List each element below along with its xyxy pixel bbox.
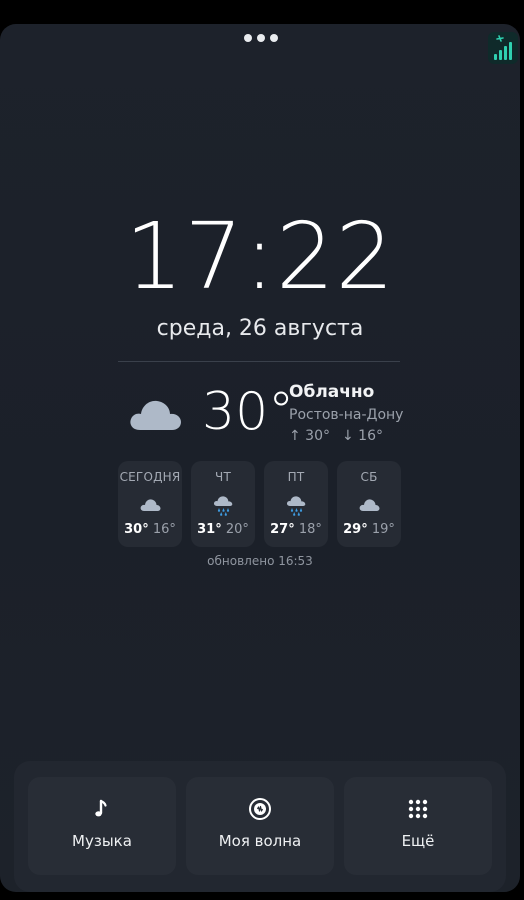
forecast-day-name: ЧТ	[215, 470, 231, 484]
weather-condition: Облачно	[289, 382, 375, 402]
bottom-dock: Музыка Моя волна Ещё	[14, 761, 506, 892]
forecast-low: 18°	[298, 522, 322, 537]
forecast-low: 19°	[371, 522, 395, 537]
cloud-icon	[138, 493, 162, 517]
updated-time: обновлено 16:53	[207, 554, 313, 568]
signal-icon	[488, 32, 518, 64]
forecast-temps: 27° 18°	[264, 522, 328, 538]
forecast-low: 16°	[152, 522, 176, 537]
music-note-icon	[90, 797, 114, 821]
more-label: Ещё	[401, 832, 435, 850]
forecast-day-card[interactable]: ПТ 27° 18°	[264, 461, 328, 547]
forecast-temps: 30° 16°	[118, 522, 182, 538]
rain-icon	[284, 493, 308, 517]
forecast-high: 29°	[343, 522, 368, 537]
cloud-icon	[126, 394, 184, 434]
dot	[244, 34, 252, 42]
more-button[interactable]: Ещё	[344, 777, 492, 875]
forecast-high: 27°	[270, 522, 295, 537]
forecast-low: 20°	[225, 522, 249, 537]
dot	[257, 34, 265, 42]
rain-icon	[211, 493, 235, 517]
forecast-high: 31°	[197, 522, 222, 537]
forecast-day-name: СБ	[360, 470, 378, 484]
widget-screen: 17:22 среда, 26 августа 30° Облачно Рост…	[0, 24, 520, 892]
clock-date: среда, 26 августа	[156, 316, 364, 341]
today-high-low: ↑ 30° ↓ 16°	[289, 426, 383, 446]
forecast-day-card[interactable]: СБ 29° 19°	[337, 461, 401, 547]
forecast-high: 30°	[124, 522, 149, 537]
my-wave-button[interactable]: Моя волна	[186, 777, 334, 875]
today-high: ↑ 30°	[289, 428, 330, 444]
forecast-day-card[interactable]: СЕГОДНЯ 30° 16°	[118, 461, 182, 547]
music-label: Музыка	[72, 832, 132, 850]
forecast-row: СЕГОДНЯ 30° 16° ЧТ 31° 20° ПТ 27° 18° СБ…	[118, 461, 402, 547]
weather-city: Ростов-на-Дону	[289, 407, 404, 423]
cloud-icon	[357, 493, 381, 517]
forecast-day-name: СЕГОДНЯ	[119, 470, 181, 484]
my-wave-label: Моя волна	[218, 832, 302, 850]
current-temperature: 30°	[202, 382, 295, 442]
music-button[interactable]: Музыка	[28, 777, 176, 875]
clock-time: 17:22	[124, 203, 396, 310]
forecast-day-name: ПТ	[287, 470, 305, 484]
menu-dots-button[interactable]	[244, 33, 278, 43]
divider	[118, 361, 400, 362]
today-low: ↓ 16°	[342, 428, 383, 444]
dot	[270, 34, 278, 42]
wave-icon	[248, 797, 272, 821]
forecast-temps: 29° 19°	[337, 522, 401, 538]
forecast-temps: 31° 20°	[191, 522, 255, 538]
forecast-day-card[interactable]: ЧТ 31° 20°	[191, 461, 255, 547]
grid-icon	[406, 797, 430, 821]
